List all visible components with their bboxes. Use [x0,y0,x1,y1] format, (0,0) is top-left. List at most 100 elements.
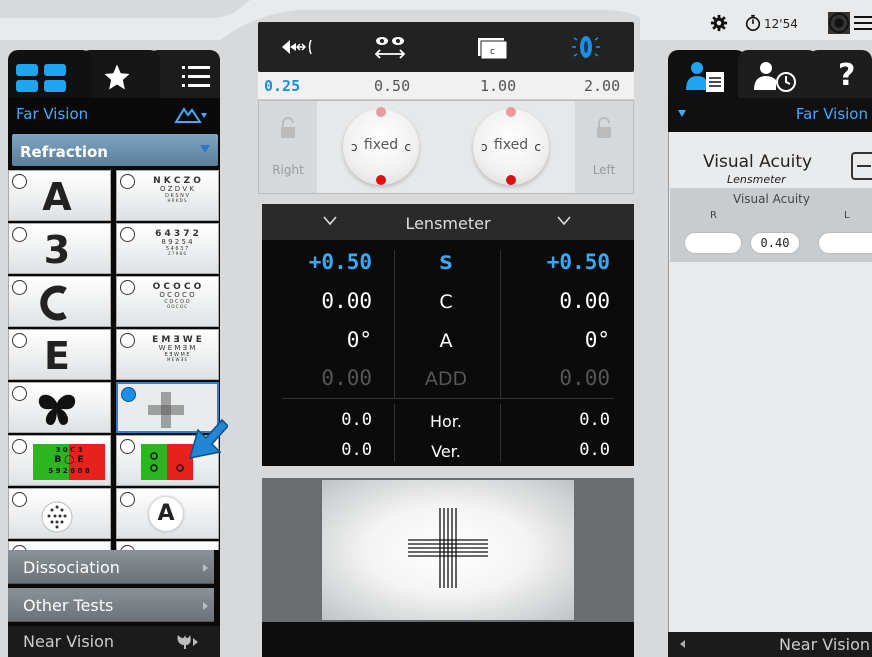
near-vision-section[interactable]: Near Vision [8,626,220,657]
axis-row[interactable]: 0° A 0° [262,322,634,361]
chart-blank[interactable] [116,541,219,550]
section-other-tests[interactable]: Other Tests [8,588,214,622]
lensmeter-panel: Lensmeter +0.50 S +0.50 0.00 C 0.00 0° A… [262,204,634,466]
mountain-badge-icon [120,174,135,189]
left-eye-lock[interactable]: Left [575,101,633,193]
vertical-prism-row[interactable]: 0.0 Ver. 0.0 [262,434,634,473]
mountain-badge-icon [12,174,27,189]
preview-frame [262,478,634,622]
left-eye-dial[interactable]: ↄ fixed c [473,107,549,185]
rotate-right-icon: c [404,140,411,154]
mountain-badge-icon [121,387,136,402]
sphere-label: S [439,252,453,274]
step-1-00[interactable]: 1.00 [480,77,516,95]
collapse-icon[interactable] [851,152,872,180]
cylinder-label: C [439,291,453,313]
chart-letter-circle[interactable]: A [116,488,219,539]
unlock-icon [597,117,611,138]
va-right-input[interactable] [684,232,742,254]
grid-icon [16,64,66,92]
step-0-25[interactable]: 0.25 [264,77,300,95]
chart-glyph: E [44,334,70,378]
hor-left-value: 0.0 [579,410,610,430]
mountain-badge-icon [12,439,27,454]
chart-letter-e[interactable]: E [8,329,111,380]
pointer-cursor-icon [188,418,228,459]
unlock-icon [281,117,295,138]
gear-icon[interactable] [710,14,728,32]
chart-ring-rows[interactable]: O C O C O O C O C O C O C O O O O C O C [116,276,219,327]
dial-top-marker [506,107,516,117]
dissociation-label: Dissociation [23,558,120,577]
right-panel: ? Far Vision Visual Acuity Lensmeter Vis… [668,40,872,657]
cross-grid-icon [148,392,184,428]
step-0-50[interactable]: 0.50 [374,77,410,95]
right-label: Right [272,163,304,177]
butterfly-icon [38,394,76,425]
chevron-down-icon[interactable] [556,214,572,228]
step-2-00[interactable]: 2.00 [584,77,620,95]
chart-number-3[interactable]: 3 [8,223,111,274]
list-icon [182,66,210,87]
far-vision-header[interactable]: Far Vision [8,98,220,132]
chart-circle-glyph: A [149,497,183,531]
mountain-badge-icon [12,333,27,348]
left-panel: Far Vision Refraction A N K C Z O O Z D … [8,40,220,657]
patient-history-icon [754,62,796,92]
rotate-right-icon: c [534,140,541,154]
chart-number-rows[interactable]: 6 4 3 7 2 8 9 2 5 4 5 4 6 3 7 2 7 9 8 6 [116,223,219,274]
refraction-pill: Refraction [12,134,218,166]
dial-bottom-marker [376,175,386,185]
chart-letter-a[interactable]: A [8,170,111,221]
timer-icon[interactable] [744,14,762,32]
patient-record-icon [686,62,724,92]
sphere-row[interactable]: +0.50 S +0.50 [262,244,634,283]
mountain-badge-icon [12,280,27,295]
chart-landolt-ring[interactable] [8,276,111,327]
add-row[interactable]: 0.00 ADD 0.00 [262,360,634,399]
add-right-value: 0.00 [321,366,372,390]
chart-butterfly[interactable] [8,382,111,433]
mountain-badge-icon [120,280,135,295]
right-eye-dial[interactable]: ↄ fixed c [343,107,419,185]
side-sections: Dissociation Other Tests Near Vision [8,550,220,657]
add-left-value: 0.00 [559,366,610,390]
right-far-vision-header[interactable]: Far Vision [668,98,872,132]
chart-redgreen-letters[interactable]: 3 0 C 3 B ◯ E 5 9 2 6 0 8 [8,435,111,486]
mountain-badge-icon [120,333,135,348]
visual-acuity-panel: Visual Acuity Lensmeter Visual Acuity R … [668,132,872,632]
mountain-badge-icon [12,386,27,401]
preview-bottom-bar [262,622,634,657]
chart-letters-rows[interactable]: N K C Z O O Z D V K D K S N V H R K D S [116,170,219,221]
eye-side-icon[interactable] [564,32,608,62]
chart-ring-small[interactable] [8,541,111,550]
dot-circle-icon [41,501,73,533]
axis-label: A [439,330,453,352]
right-near-vision-footer[interactable]: Near Vision [668,632,872,657]
pd-adjust-icon[interactable] [278,32,322,62]
cylinder-row[interactable]: 0.00 C 0.00 [262,283,634,322]
r-label: R [710,210,717,221]
lensmeter-table: +0.50 S +0.50 0.00 C 0.00 0° A 0° 0.00 A… [262,240,634,466]
chart-e-rows-text: E M Ǝ W E W E M Ǝ M E Ǝ W M E M E W Ǝ E [152,335,202,363]
va-binocular-input[interactable]: 0.40 [750,232,800,254]
landolt-ring-icon [40,285,67,321]
va-section: Visual Acuity R L 0.40 [670,188,872,262]
chart-tumbling-e-rows[interactable]: E M Ǝ W E W E M Ǝ M E Ǝ W M E M E W Ǝ E [116,329,219,380]
chevron-left-icon [680,640,685,648]
lensmeter-header: Lensmeter [262,204,634,240]
sphere-right-value: +0.50 [308,250,372,274]
refraction-dropdown[interactable]: Refraction [8,132,220,170]
chart-card-icon[interactable]: c [470,32,514,62]
chart-dots[interactable] [8,488,111,539]
va-left-input[interactable] [818,232,872,254]
target-icon[interactable] [828,12,850,34]
menu-icon[interactable] [854,15,872,31]
cross-grid-target [408,508,488,588]
section-dissociation[interactable]: Dissociation [8,550,214,584]
chevron-right-icon [203,602,208,610]
mountain-icon [174,107,207,123]
right-eye-lock[interactable]: Right [259,101,317,193]
eyes-distance-icon[interactable] [368,32,412,62]
chart-number-rows-text: 6 4 3 7 2 8 9 2 5 4 5 4 6 3 7 2 7 9 8 6 [155,229,199,257]
